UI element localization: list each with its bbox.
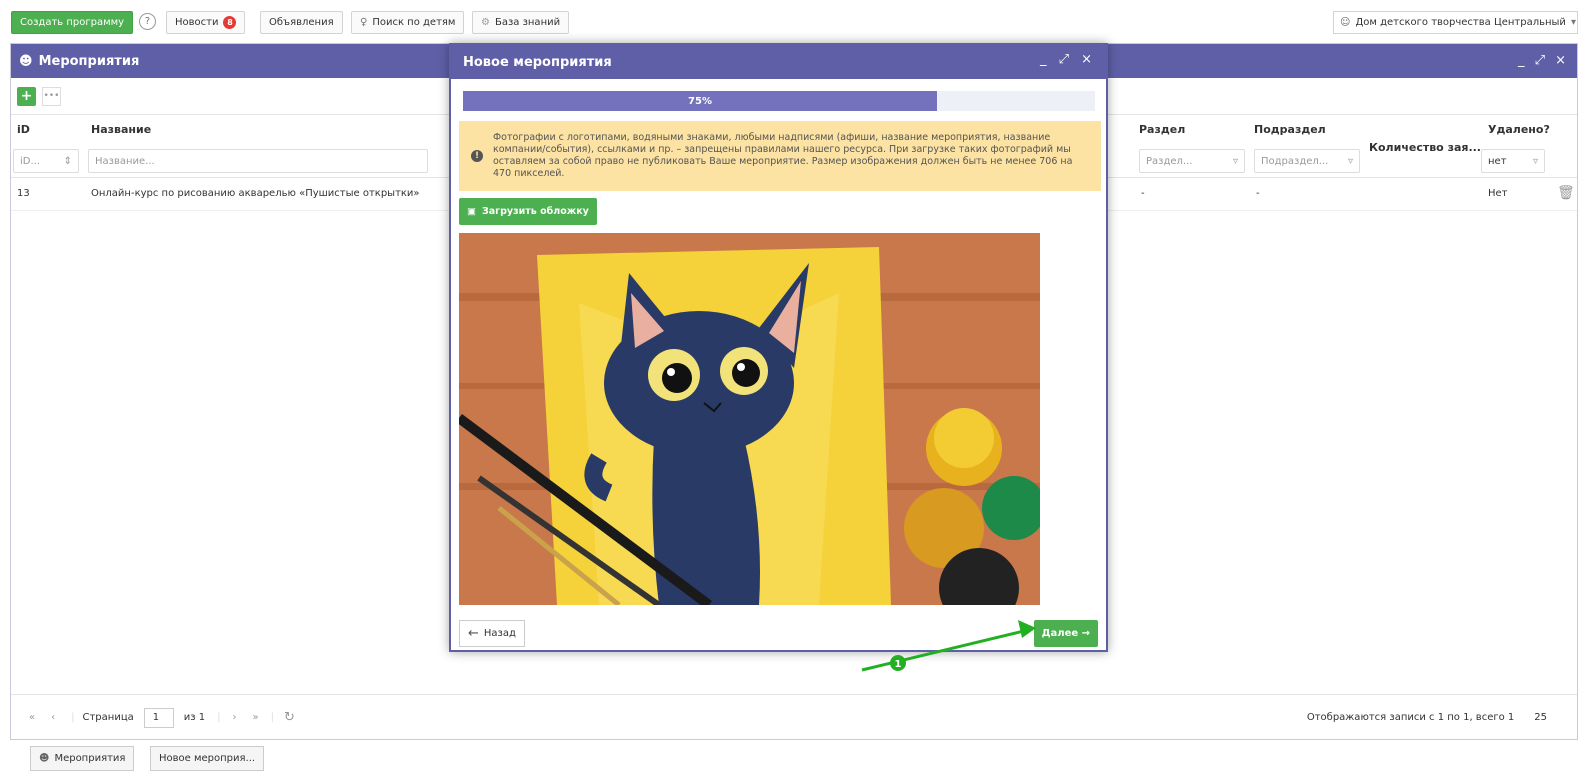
image-icon: ▣: [467, 206, 476, 217]
section-filter[interactable]: Раздел... ▿: [1139, 149, 1245, 173]
id-filter[interactable]: iD... ⇕: [13, 149, 79, 173]
news-button[interactable]: Новости 8: [166, 11, 246, 34]
events-icon: ☻: [19, 53, 33, 69]
column-section[interactable]: Раздел: [1139, 123, 1185, 136]
user-selector[interactable]: ☺ Дом детского творчества Центральный ▾: [1333, 11, 1578, 34]
row-subsection: -: [1256, 188, 1260, 199]
taskbar: ☻ Мероприятия Новое мероприя...: [0, 740, 1578, 779]
subsection-filter-value: Подраздел...: [1261, 155, 1329, 167]
prev-page-icon[interactable]: ‹: [51, 712, 55, 723]
search-children-label: Поиск по детям: [372, 17, 456, 28]
deleted-filter-value: нет: [1488, 155, 1507, 167]
records-summary: Отображаются записи с 1 по 1, всего 1: [1306, 712, 1515, 723]
dialog-title: Новое мероприятия: [463, 54, 612, 70]
trash-icon[interactable]: 🗑: [1557, 185, 1575, 201]
task-new-event[interactable]: Новое мероприя...: [150, 746, 265, 771]
cat-painting-illustration: [459, 233, 1040, 605]
pagination-bar: « ‹ | Страница 1 из 1 | › » | ↻ Отобража…: [11, 694, 1577, 740]
name-filter[interactable]: Название...: [88, 149, 428, 173]
task-new-event-label: Новое мероприя...: [159, 753, 256, 764]
search-children-button[interactable]: ♀ Поиск по детям: [351, 11, 465, 34]
progress-label: 75%: [688, 95, 712, 107]
section-filter-value: Раздел...: [1146, 155, 1193, 167]
column-id[interactable]: iD: [17, 123, 30, 136]
page-input[interactable]: 1: [143, 707, 174, 728]
upload-cover-label: Загрузить обложку: [481, 206, 589, 217]
back-button[interactable]: ← Назад: [459, 620, 525, 647]
announcements-button[interactable]: Объявления: [260, 11, 343, 34]
sort-icon: ⇕: [63, 155, 72, 167]
help-label: ?: [144, 16, 151, 27]
deleted-filter[interactable]: нет ▿: [1481, 149, 1545, 173]
chevron-down-icon: ▿: [1232, 155, 1238, 167]
top-toolbar: Создать программу ? Новости 8 Объявления…: [0, 0, 1578, 43]
divider: |: [217, 712, 221, 723]
page-total: из 1: [183, 712, 206, 723]
task-events-label: Мероприятия: [54, 753, 126, 764]
add-button[interactable]: +: [17, 86, 36, 106]
row-deleted: Нет: [1488, 188, 1508, 199]
subsection-filter[interactable]: Подраздел... ▿: [1254, 149, 1360, 173]
row-id: 13: [17, 188, 30, 199]
user-name: Дом детского творчества Центральный: [1355, 17, 1566, 28]
chevron-down-icon: ▾: [1570, 17, 1576, 28]
window-controls[interactable]: _ ⤢ ×: [1518, 53, 1569, 68]
name-filter-value: Название...: [95, 155, 155, 167]
news-label: Новости: [175, 17, 219, 28]
column-name[interactable]: Название: [91, 123, 151, 136]
news-count-badge: 8: [223, 16, 237, 29]
dialog-controls[interactable]: _ ⤢ ×: [1040, 52, 1096, 67]
upload-cover-button[interactable]: ▣ Загрузить обложку: [459, 198, 597, 225]
row-section: -: [1141, 188, 1145, 199]
column-subsection[interactable]: Подраздел: [1254, 123, 1326, 136]
progress-fill: 75%: [463, 91, 937, 111]
dialog-titlebar: Новое мероприятия: [451, 45, 1106, 79]
notice-box: ! Фотографии с логотипами, водяными знак…: [459, 121, 1101, 191]
child-icon: ♀: [360, 17, 368, 28]
knowledge-base-button[interactable]: ⚙ База знаний: [472, 11, 570, 34]
next-page-icon[interactable]: ›: [233, 712, 237, 723]
id-filter-value: iD...: [20, 155, 41, 167]
page-label: Страница: [82, 712, 134, 723]
help-icon[interactable]: ?: [139, 13, 156, 30]
divider: |: [270, 712, 274, 723]
more-button[interactable]: •••: [42, 86, 61, 106]
last-page-icon[interactable]: »: [253, 712, 259, 723]
knowledge-base-label: База знаний: [494, 17, 561, 28]
user-icon: ☺: [1340, 17, 1351, 28]
next-button[interactable]: Далее →: [1033, 620, 1098, 647]
back-label: Назад: [483, 628, 516, 639]
progress-bar: 75%: [463, 91, 1095, 111]
task-events[interactable]: ☻ Мероприятия: [30, 746, 135, 771]
arrow-left-icon: ←: [468, 626, 479, 641]
events-icon: ☻: [39, 753, 50, 764]
page-size-select[interactable]: 25: [1534, 712, 1547, 723]
create-program-button[interactable]: Создать программу: [11, 11, 134, 34]
first-page-icon[interactable]: «: [29, 712, 35, 723]
column-requests[interactable]: Количество зая...: [1369, 141, 1481, 154]
gear-icon: ⚙: [481, 17, 490, 28]
next-label: Далее →: [1041, 628, 1090, 639]
announcements-label: Объявления: [269, 17, 334, 28]
create-program-label: Создать программу: [20, 17, 125, 28]
chevron-down-icon: ▿: [1532, 155, 1538, 167]
divider: |: [71, 712, 75, 723]
refresh-icon[interactable]: ↻: [284, 710, 295, 725]
chevron-down-icon: ▿: [1347, 155, 1353, 167]
notice-text: Фотографии с логотипами, водяными знакам…: [493, 132, 1073, 179]
row-name: Онлайн-курс по рисованию акварелью «Пуши…: [91, 188, 420, 199]
info-icon: !: [471, 150, 483, 162]
new-event-dialog: Новое мероприятия _ ⤢ × 75% ! Фотографии…: [449, 43, 1108, 652]
column-deleted[interactable]: Удалено?: [1488, 123, 1550, 136]
cover-image: [459, 233, 1040, 605]
window-title: Мероприятия: [38, 53, 140, 69]
